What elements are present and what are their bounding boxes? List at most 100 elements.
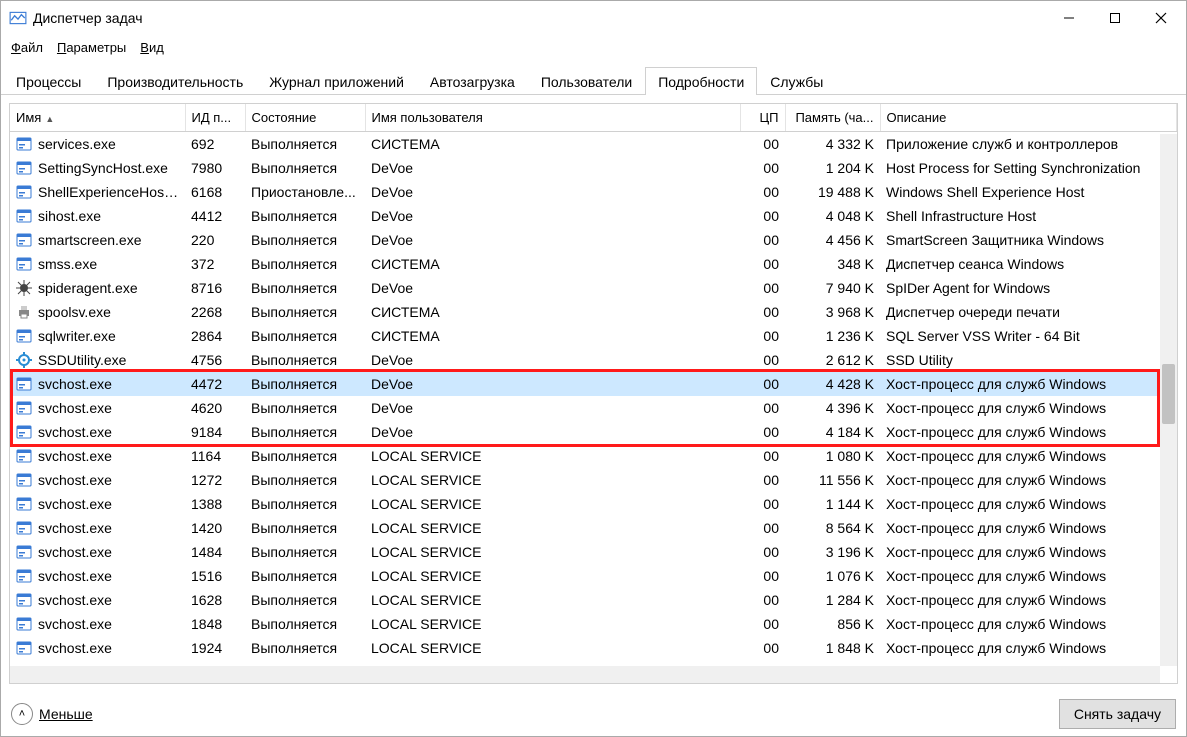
- cell-pid: 692: [185, 132, 245, 156]
- process-icon: [16, 352, 32, 368]
- titlebar[interactable]: Диспетчер задач: [1, 1, 1186, 35]
- menu-file[interactable]: Файл: [5, 38, 49, 57]
- table-row[interactable]: spideragent.exe8716ВыполняетсяDeVoe007 9…: [10, 276, 1177, 300]
- cell-user: DeVoe: [365, 276, 740, 300]
- cell-memory: 1 204 K: [785, 156, 880, 180]
- process-icon: [16, 256, 32, 272]
- cell-cpu: 00: [740, 516, 785, 540]
- col-user[interactable]: Имя пользователя: [365, 104, 740, 132]
- footer: ˄ Меньше Снять задачу: [1, 692, 1186, 736]
- cell-name: smartscreen.exe: [10, 228, 185, 252]
- table-row[interactable]: sihost.exe4412ВыполняетсяDeVoe004 048 KS…: [10, 204, 1177, 228]
- cell-status: Выполняется: [245, 156, 365, 180]
- cell-name: smss.exe: [10, 252, 185, 276]
- cell-cpu: 00: [740, 348, 785, 372]
- table-row[interactable]: svchost.exe1164ВыполняетсяLOCAL SERVICE0…: [10, 444, 1177, 468]
- col-description[interactable]: Описание: [880, 104, 1177, 132]
- tab-details[interactable]: Подробности: [645, 67, 757, 95]
- cell-description: Хост-процесс для служб Windows: [880, 372, 1177, 396]
- cell-status: Выполняется: [245, 348, 365, 372]
- vertical-scrollbar[interactable]: [1160, 134, 1177, 666]
- table-row[interactable]: svchost.exe9184ВыполняетсяDeVoe004 184 K…: [10, 420, 1177, 444]
- cell-cpu: 00: [740, 612, 785, 636]
- table-row[interactable]: svchost.exe1420ВыполняетсяLOCAL SERVICE0…: [10, 516, 1177, 540]
- menu-options[interactable]: Параметры: [51, 38, 132, 57]
- cell-pid: 4412: [185, 204, 245, 228]
- table-row[interactable]: SettingSyncHost.exe7980ВыполняетсяDeVoe0…: [10, 156, 1177, 180]
- table-row[interactable]: smartscreen.exe220ВыполняетсяDeVoe004 45…: [10, 228, 1177, 252]
- cell-status: Выполняется: [245, 396, 365, 420]
- table-row[interactable]: services.exe692ВыполняетсяСИСТЕМА004 332…: [10, 132, 1177, 156]
- cell-cpu: 00: [740, 132, 785, 156]
- cell-cpu: 00: [740, 588, 785, 612]
- close-button[interactable]: [1138, 1, 1184, 35]
- end-task-button[interactable]: Снять задачу: [1059, 699, 1176, 729]
- cell-pid: 220: [185, 228, 245, 252]
- cell-status: Выполняется: [245, 132, 365, 156]
- details-table-container: Имя▲ ИД п... Состояние Имя пользователя …: [9, 103, 1178, 684]
- table-row[interactable]: svchost.exe4620ВыполняетсяDeVoe004 396 K…: [10, 396, 1177, 420]
- cell-user: LOCAL SERVICE: [365, 612, 740, 636]
- cell-user: LOCAL SERVICE: [365, 636, 740, 660]
- cell-memory: 1 076 K: [785, 564, 880, 588]
- table-row[interactable]: svchost.exe4472ВыполняетсяDeVoe004 428 K…: [10, 372, 1177, 396]
- minimize-button[interactable]: [1046, 1, 1092, 35]
- tab-processes[interactable]: Процессы: [3, 67, 94, 95]
- cell-name: svchost.exe: [10, 420, 185, 444]
- tab-services[interactable]: Службы: [757, 67, 836, 95]
- cell-user: LOCAL SERVICE: [365, 468, 740, 492]
- col-pid[interactable]: ИД п...: [185, 104, 245, 132]
- process-icon: [16, 472, 32, 488]
- fewer-details-button[interactable]: ˄ Меньше: [11, 703, 93, 725]
- tab-performance[interactable]: Производительность: [94, 67, 256, 95]
- cell-user: DeVoe: [365, 420, 740, 444]
- table-row[interactable]: svchost.exe1484ВыполняетсяLOCAL SERVICE0…: [10, 540, 1177, 564]
- process-icon: [16, 568, 32, 584]
- table-row[interactable]: svchost.exe1924ВыполняетсяLOCAL SERVICE0…: [10, 636, 1177, 660]
- col-status[interactable]: Состояние: [245, 104, 365, 132]
- cell-pid: 1516: [185, 564, 245, 588]
- tab-users[interactable]: Пользователи: [528, 67, 645, 95]
- col-cpu[interactable]: ЦП: [740, 104, 785, 132]
- cell-user: DeVoe: [365, 348, 740, 372]
- cell-name: SettingSyncHost.exe: [10, 156, 185, 180]
- cell-user: DeVoe: [365, 204, 740, 228]
- cell-status: Выполняется: [245, 516, 365, 540]
- table-row[interactable]: smss.exe372ВыполняетсяСИСТЕМА00348 KДисп…: [10, 252, 1177, 276]
- cell-name: svchost.exe: [10, 396, 185, 420]
- maximize-button[interactable]: [1092, 1, 1138, 35]
- table-row[interactable]: svchost.exe1848ВыполняетсяLOCAL SERVICE0…: [10, 612, 1177, 636]
- cell-memory: 1 080 K: [785, 444, 880, 468]
- cell-pid: 1628: [185, 588, 245, 612]
- col-memory[interactable]: Память (ча...: [785, 104, 880, 132]
- cell-cpu: 00: [740, 324, 785, 348]
- cell-description: SQL Server VSS Writer - 64 Bit: [880, 324, 1177, 348]
- scrollbar-thumb[interactable]: [1162, 364, 1175, 424]
- cell-description: Приложение служб и контроллеров: [880, 132, 1177, 156]
- tab-apphistory[interactable]: Журнал приложений: [256, 67, 417, 95]
- tab-bar: Процессы Производительность Журнал прило…: [1, 65, 1186, 95]
- cell-user: LOCAL SERVICE: [365, 444, 740, 468]
- table-row[interactable]: svchost.exe1388ВыполняетсяLOCAL SERVICE0…: [10, 492, 1177, 516]
- horizontal-scrollbar[interactable]: [10, 666, 1160, 683]
- cell-cpu: 00: [740, 492, 785, 516]
- process-table: Имя▲ ИД п... Состояние Имя пользователя …: [10, 104, 1177, 660]
- cell-memory: 7 940 K: [785, 276, 880, 300]
- table-row[interactable]: svchost.exe1272ВыполняетсяLOCAL SERVICE0…: [10, 468, 1177, 492]
- cell-description: Диспетчер сеанса Windows: [880, 252, 1177, 276]
- cell-name: services.exe: [10, 132, 185, 156]
- table-row[interactable]: SSDUtility.exe4756ВыполняетсяDeVoe002 61…: [10, 348, 1177, 372]
- menu-view[interactable]: Вид: [134, 38, 170, 57]
- table-row[interactable]: svchost.exe1628ВыполняетсяLOCAL SERVICE0…: [10, 588, 1177, 612]
- cell-status: Выполняется: [245, 588, 365, 612]
- tab-startup[interactable]: Автозагрузка: [417, 67, 528, 95]
- table-row[interactable]: sqlwriter.exe2864ВыполняетсяСИСТЕМА001 2…: [10, 324, 1177, 348]
- cell-cpu: 00: [740, 300, 785, 324]
- cell-description: Хост-процесс для служб Windows: [880, 636, 1177, 660]
- cell-cpu: 00: [740, 228, 785, 252]
- table-row[interactable]: ShellExperienceHost...6168Приостановле..…: [10, 180, 1177, 204]
- table-row[interactable]: spoolsv.exe2268ВыполняетсяСИСТЕМА003 968…: [10, 300, 1177, 324]
- process-icon: [16, 184, 32, 200]
- col-name[interactable]: Имя▲: [10, 104, 185, 132]
- table-row[interactable]: svchost.exe1516ВыполняетсяLOCAL SERVICE0…: [10, 564, 1177, 588]
